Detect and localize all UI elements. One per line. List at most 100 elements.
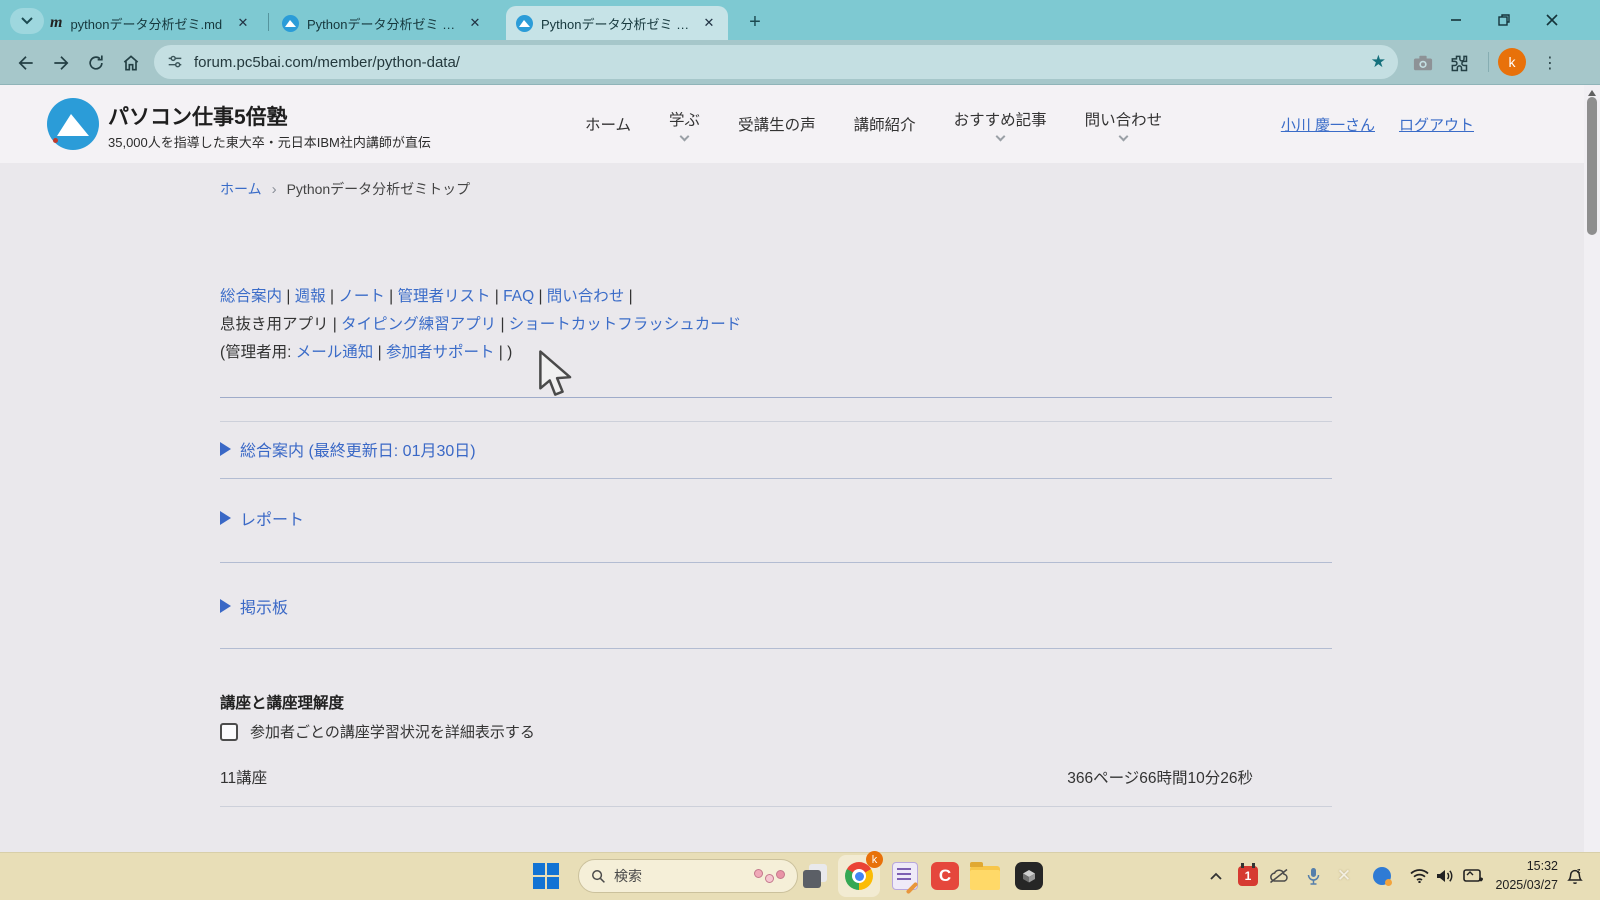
tray-onedrive-paused[interactable]: [1266, 861, 1292, 891]
minimize-icon: [1449, 13, 1463, 27]
reload-button[interactable]: [83, 50, 109, 76]
nav-item-home[interactable]: ホーム: [585, 113, 631, 135]
taskbar-search-box[interactable]: 検索: [578, 859, 798, 893]
nav-item-contact[interactable]: 問い合わせ: [1085, 108, 1163, 140]
taskbar-explorer-button[interactable]: [970, 861, 1000, 891]
svg-text:z: z: [1577, 868, 1581, 875]
logout-link[interactable]: ログアウト: [1399, 114, 1474, 135]
divider: [220, 478, 1332, 479]
extensions-button[interactable]: [1446, 50, 1472, 76]
profile-avatar[interactable]: k: [1498, 48, 1526, 76]
tab-portal-1[interactable]: Pythonデータ分析ゼミ ポータルトップ ✕: [272, 6, 494, 40]
camera-icon: [1413, 54, 1433, 72]
mouse-cursor: [537, 350, 575, 405]
search-highlight-decoration[interactable]: [754, 869, 785, 883]
section-toggle-general-info[interactable]: 総合案内 (最終更新日: 01月30日): [220, 437, 476, 461]
taskbar-chrome-button[interactable]: k: [838, 855, 880, 897]
breadcrumb-home-link[interactable]: ホーム: [220, 179, 262, 199]
tab-close-icon[interactable]: ✕: [700, 14, 718, 32]
site-favicon: [516, 15, 533, 32]
quick-link[interactable]: ノート: [338, 288, 385, 305]
tray-volume[interactable]: [1432, 861, 1458, 891]
screenshot-button[interactable]: [1410, 50, 1436, 76]
nav-label: 学ぶ: [669, 108, 700, 130]
quick-link[interactable]: 管理者リスト: [397, 288, 490, 305]
back-button[interactable]: [13, 50, 39, 76]
tab-portal-2-active[interactable]: Pythonデータ分析ゼミ ポータルトップ ✕: [506, 6, 728, 40]
divider: [220, 648, 1332, 649]
quick-link[interactable]: 週報: [295, 288, 326, 305]
quick-links-row-2: 息抜き用アプリ | タイピング練習アプリ | ショートカットフラッシュカード: [220, 311, 741, 339]
tray-notifications[interactable]: z: [1562, 861, 1588, 891]
scrollbar-thumb[interactable]: [1587, 97, 1597, 235]
quick-link[interactable]: メール通知: [296, 344, 374, 361]
tab-markdown-file[interactable]: m pythonデータ分析ゼミ.md ✕: [40, 6, 262, 40]
restore-button[interactable]: [1484, 6, 1524, 34]
tray-date: 2025/03/27: [1478, 876, 1558, 895]
home-button[interactable]: [118, 50, 144, 76]
tray-calendar-badge[interactable]: 1: [1236, 861, 1260, 891]
divider: [220, 806, 1332, 807]
close-button[interactable]: [1532, 6, 1572, 34]
microphone-icon: [1307, 867, 1320, 886]
url-text[interactable]: forum.pc5bai.com/member/python-data/: [194, 54, 1361, 71]
triangle-right-icon: [220, 511, 231, 525]
restore-icon: [1497, 13, 1511, 27]
detail-display-checkbox-row: 参加者ごとの講座学習状況を詳細表示する: [220, 721, 535, 742]
quick-link[interactable]: FAQ: [503, 288, 534, 305]
journal-icon: [892, 862, 918, 890]
tray-hidden-icons-button[interactable]: [1204, 861, 1228, 891]
user-name-link[interactable]: 小川 慶一さん: [1281, 114, 1375, 135]
scrollbar-up-arrow-icon[interactable]: [1588, 90, 1596, 96]
nav-item-student-voices[interactable]: 受講生の声: [738, 113, 816, 135]
quick-link[interactable]: 総合案内: [220, 288, 282, 305]
address-bar[interactable]: forum.pc5bai.com/member/python-data/ ★: [154, 45, 1398, 79]
taskbar-camtasia-button[interactable]: C: [930, 861, 960, 891]
minimize-button[interactable]: [1436, 6, 1476, 34]
task-view-button[interactable]: [800, 861, 830, 891]
detail-display-checkbox[interactable]: [220, 723, 238, 741]
taskbar-dark-app-button[interactable]: [1014, 861, 1044, 891]
tray-wifi[interactable]: [1406, 861, 1432, 891]
start-button[interactable]: [533, 863, 559, 889]
quick-link[interactable]: タイピング練習アプリ: [341, 316, 496, 333]
browser-titlebar: m pythonデータ分析ゼミ.md ✕ Pythonデータ分析ゼミ ポータルト…: [0, 0, 1600, 40]
tray-clock[interactable]: 15:32 2025/03/27: [1478, 857, 1558, 895]
section-toggle-report[interactable]: レポート: [220, 506, 304, 530]
bookmark-star-icon[interactable]: ★: [1371, 52, 1386, 72]
chrome-profile-badge: k: [866, 851, 883, 868]
quick-link-separator: |: [326, 288, 339, 305]
tab-close-icon[interactable]: ✕: [466, 14, 484, 32]
quick-link[interactable]: 参加者サポート: [386, 344, 495, 361]
nav-item-recommended[interactable]: おすすめ記事: [954, 108, 1047, 140]
site-info-icon[interactable]: [166, 53, 184, 71]
tab-close-icon[interactable]: ✕: [234, 14, 252, 32]
nav-item-instructors[interactable]: 講師紹介: [854, 113, 916, 135]
bell-sleep-icon: z: [1566, 867, 1584, 886]
nav-item-learn[interactable]: 学ぶ: [669, 108, 700, 140]
section-label: 掲示板: [240, 594, 288, 618]
nav-label: 講師紹介: [854, 113, 916, 135]
site-logo-icon[interactable]: [47, 98, 99, 150]
tray-close-overlay[interactable]: ✕: [1332, 861, 1356, 891]
tray-microphone[interactable]: [1302, 861, 1324, 891]
page-scrollbar[interactable]: [1584, 85, 1600, 852]
tray-blue-app[interactable]: [1370, 861, 1394, 891]
section-toggle-board[interactable]: 掲示板: [220, 594, 288, 618]
tab-search-button[interactable]: [10, 8, 44, 34]
site-title[interactable]: パソコン仕事5倍塾: [108, 101, 288, 131]
quick-link-separator: |: [385, 288, 398, 305]
calendar-badge-icon: 1: [1238, 866, 1258, 886]
new-tab-button[interactable]: +: [740, 8, 770, 36]
quick-link[interactable]: 問い合わせ: [547, 288, 625, 305]
browser-menu-button[interactable]: ⋮: [1540, 50, 1560, 76]
section-label: レポート: [240, 506, 304, 530]
markdown-favicon: m: [50, 14, 62, 32]
forward-button[interactable]: [48, 50, 74, 76]
task-view-icon: [801, 862, 829, 890]
checkbox-label[interactable]: 参加者ごとの講座学習状況を詳細表示する: [250, 721, 535, 742]
toolbar-divider: [1488, 52, 1489, 72]
quick-link-separator: |: [624, 288, 632, 305]
quick-link[interactable]: ショートカットフラッシュカード: [509, 316, 742, 333]
taskbar-journal-button[interactable]: [890, 861, 920, 891]
